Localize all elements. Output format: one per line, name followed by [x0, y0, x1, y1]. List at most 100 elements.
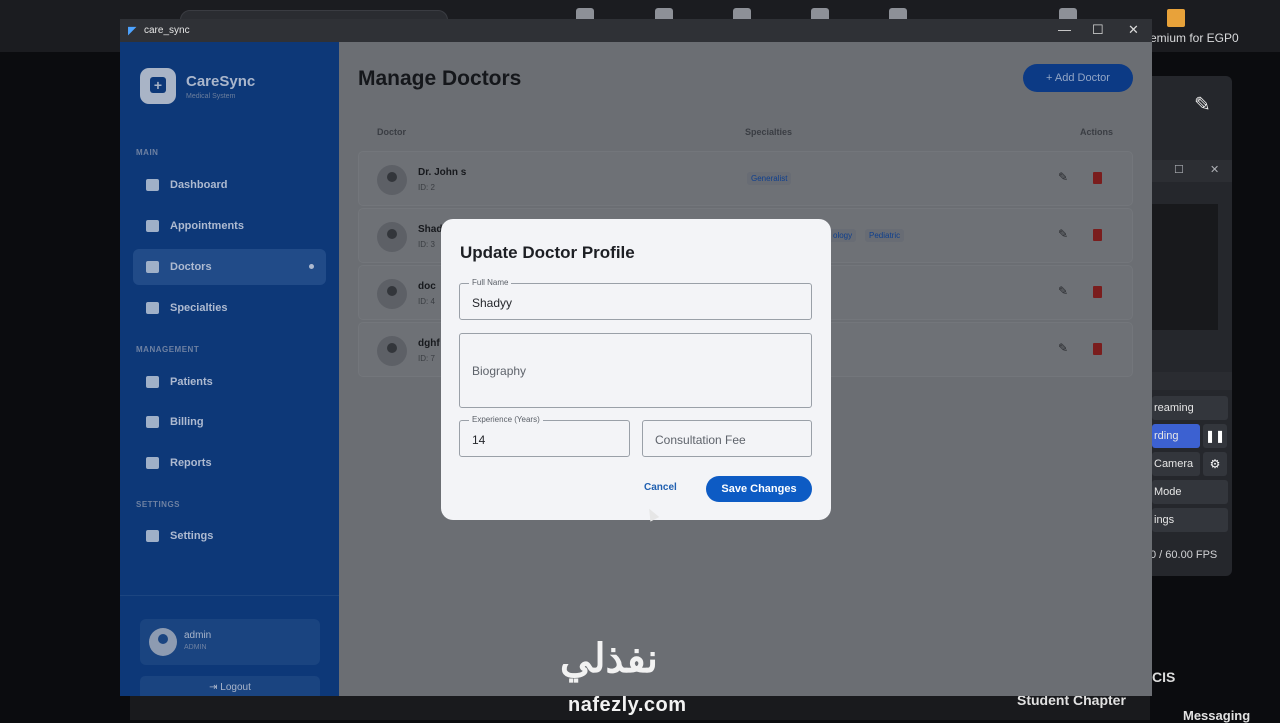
doctor-name: Shad: [418, 224, 443, 235]
sidebar: + CareSync Medical System MAIN Dashboard…: [120, 42, 339, 696]
pause-icon[interactable]: ❚❚: [1203, 424, 1227, 448]
obs-settings-button[interactable]: ings: [1152, 508, 1228, 532]
calendar-icon: [146, 220, 159, 232]
update-doctor-dialog: Update Doctor Profile Full Name Shadyy B…: [441, 219, 831, 520]
delete-icon[interactable]: [1093, 229, 1102, 241]
pencil-icon[interactable]: ✎: [1194, 92, 1211, 117]
sidebar-item-label: Appointments: [170, 220, 244, 232]
sidebar-item-label: Patients: [170, 376, 213, 388]
sidebar-item-specialties[interactable]: Specialties: [133, 290, 326, 326]
column-header-actions: Actions: [1080, 127, 1114, 137]
edit-icon[interactable]: ✎: [1058, 170, 1068, 184]
sidebar-item-reports[interactable]: Reports: [133, 445, 326, 481]
save-changes-button[interactable]: Save Changes: [706, 476, 812, 502]
edit-icon[interactable]: ✎: [1058, 284, 1068, 298]
sidebar-item-label: Settings: [170, 530, 214, 542]
person-icon: [377, 336, 407, 366]
maximize-button[interactable]: ☐: [1092, 22, 1104, 38]
column-header-doctor: Doctor: [377, 127, 406, 137]
active-indicator: [309, 264, 314, 269]
full-name-label: Full Name: [469, 278, 512, 288]
biography-field[interactable]: Biography: [459, 333, 812, 408]
doctor-id: ID: 2: [418, 183, 435, 192]
edit-icon[interactable]: ✎: [1058, 341, 1068, 355]
premium-text[interactable]: emium for EGP0: [1150, 31, 1239, 45]
delete-icon[interactable]: [1093, 172, 1102, 184]
flutter-logo-icon: ◤: [128, 25, 137, 37]
cancel-button[interactable]: Cancel: [644, 482, 677, 493]
restore-icon[interactable]: ☐: [1174, 163, 1184, 176]
consultation-fee-placeholder[interactable]: Consultation Fee: [655, 433, 746, 447]
dashboard-icon: [146, 179, 159, 191]
brand-subtitle: Medical System: [186, 93, 236, 100]
sidebar-item-label: Specialties: [170, 302, 228, 314]
page-title: Manage Doctors: [358, 67, 522, 90]
person-icon: [377, 222, 407, 252]
edit-icon[interactable]: ✎: [1058, 227, 1068, 241]
obs-recording-button[interactable]: rding: [1152, 424, 1200, 448]
consultation-fee-field[interactable]: Consultation Fee: [642, 420, 812, 457]
experience-value[interactable]: 14: [472, 433, 485, 447]
doctor-name: Dr. John s: [418, 167, 467, 178]
people-icon: [146, 376, 159, 388]
specialty-tag: ology: [829, 229, 857, 242]
doctor-id: ID: 7: [418, 354, 435, 363]
category-icon: [146, 302, 159, 314]
sidebar-item-doctors[interactable]: Doctors: [133, 249, 326, 285]
report-icon: [146, 457, 159, 469]
sidebar-item-billing[interactable]: Billing: [133, 404, 326, 440]
plus-icon: +: [1046, 72, 1053, 84]
sidebar-item-patients[interactable]: Patients: [133, 364, 326, 400]
experience-label: Experience (Years): [469, 415, 543, 425]
close-button[interactable]: ✕: [1128, 22, 1139, 38]
doctor-name: dghf: [418, 338, 440, 349]
dialog-title: Update Doctor Profile: [460, 243, 635, 262]
obs-mode-button[interactable]: Mode: [1152, 480, 1228, 504]
add-doctor-label: Add Doctor: [1054, 72, 1110, 84]
logout-icon: ⇥: [209, 682, 218, 693]
delete-icon[interactable]: [1093, 343, 1102, 355]
experience-field[interactable]: Experience (Years) 14: [459, 415, 630, 457]
premium-icon[interactable]: [1167, 9, 1185, 27]
messaging-label[interactable]: Messaging: [1183, 708, 1250, 723]
full-name-field[interactable]: Full Name Shadyy: [459, 278, 812, 320]
person-icon: [377, 165, 407, 195]
doctor-id: ID: 3: [418, 240, 435, 249]
watermark-url: nafezly.com: [568, 694, 687, 716]
sidebar-item-settings[interactable]: Settings: [133, 518, 326, 554]
card-icon: [146, 416, 159, 428]
user-card[interactable]: admin ADMIN: [140, 619, 320, 665]
sidebar-item-label: Billing: [170, 416, 204, 428]
add-doctor-button[interactable]: + Add Doctor: [1023, 64, 1133, 92]
window-title: care_sync: [144, 25, 190, 36]
obs-camera-button[interactable]: Camera: [1152, 452, 1200, 476]
sidebar-item-dashboard[interactable]: Dashboard: [133, 167, 326, 203]
person-icon: [377, 279, 407, 309]
sidebar-divider: [120, 595, 339, 596]
avatar: [149, 628, 177, 656]
logout-button[interactable]: ⇥ Logout: [140, 676, 320, 696]
gear-icon[interactable]: ⚙: [1203, 452, 1227, 476]
gear-icon: [146, 530, 159, 542]
section-label-management: MANAGEMENT: [136, 345, 200, 354]
sidebar-item-label: Reports: [170, 457, 212, 469]
full-name-value[interactable]: Shadyy: [472, 296, 512, 310]
obs-dock-header: [1152, 160, 1232, 182]
specialty-tag: Pediatric: [865, 229, 905, 242]
doctor-name: doc: [418, 281, 436, 292]
title-bar: ◤ care_sync — ☐ ✕: [120, 19, 1152, 42]
sidebar-item-label: Dashboard: [170, 179, 228, 191]
brand-name: CareSync: [186, 73, 256, 90]
specialty-tag: Generalist: [747, 172, 792, 185]
column-header-specialties: Specialties: [745, 127, 793, 137]
watermark-arabic: نفذلي: [560, 637, 658, 681]
biography-placeholder[interactable]: Biography: [472, 364, 526, 378]
close-icon[interactable]: ✕: [1210, 163, 1219, 176]
table-row[interactable]: Dr. John s ID: 2 Generalist ✎: [358, 151, 1133, 206]
minimize-button[interactable]: —: [1058, 22, 1071, 37]
obs-streaming-button[interactable]: reaming: [1152, 396, 1228, 420]
sidebar-item-appointments[interactable]: Appointments: [133, 208, 326, 244]
delete-icon[interactable]: [1093, 286, 1102, 298]
obs-preview: [1152, 204, 1218, 330]
cis-text: CIS: [1152, 669, 1176, 685]
